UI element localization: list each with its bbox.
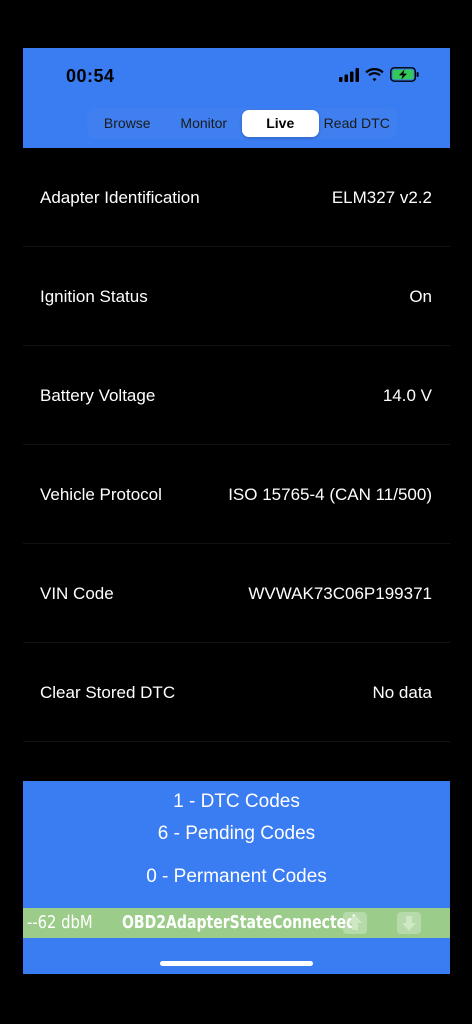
row-label: Clear Stored DTC bbox=[40, 683, 176, 702]
list-item: Adapter Identification ELM327 v2.2 bbox=[23, 148, 450, 247]
row-value: On bbox=[409, 287, 432, 306]
home-indicator[interactable] bbox=[160, 961, 313, 966]
adapter-status-bar: --62 dbM OBD2AdapterStateConnected bbox=[23, 908, 450, 938]
live-data-list: Adapter Identification ELM327 v2.2 Ignit… bbox=[23, 148, 450, 742]
status-icons bbox=[339, 67, 420, 87]
header: 00:54 Browse Monitor Live Read DTC bbox=[23, 48, 450, 148]
row-label: Vehicle Protocol bbox=[40, 485, 162, 504]
row-value: No data bbox=[372, 683, 432, 702]
view-segmented-control: Browse Monitor Live Read DTC bbox=[87, 108, 397, 139]
row-label: Adapter Identification bbox=[40, 188, 200, 207]
dtc-codes-count[interactable]: 1 - DTC Codes bbox=[23, 791, 450, 813]
tab-read-dtc[interactable]: Read DTC bbox=[319, 110, 396, 137]
list-item: Ignition Status On bbox=[23, 247, 450, 346]
pending-codes-count[interactable]: 6 - Pending Codes bbox=[23, 823, 450, 845]
phone-screen: 00:54 Browse Monitor Live Read DTC Adapt… bbox=[23, 48, 450, 974]
list-item[interactable]: Clear Stored DTC No data bbox=[23, 643, 450, 742]
row-value: WVWAK73C06P199371 bbox=[248, 584, 432, 603]
adapter-state: OBD2AdapterStateConnected bbox=[122, 912, 357, 933]
wifi-icon bbox=[365, 67, 384, 87]
dtc-summary-panel: 1 - DTC Codes 6 - Pending Codes 0 - Perm… bbox=[23, 781, 450, 974]
tab-browse[interactable]: Browse bbox=[89, 110, 166, 137]
row-value: ISO 15765-4 (CAN 11/500) bbox=[228, 485, 432, 504]
tab-monitor[interactable]: Monitor bbox=[166, 110, 243, 137]
row-label: Battery Voltage bbox=[40, 386, 156, 405]
row-label: VIN Code bbox=[40, 584, 114, 603]
signal-strength: --62 dbM bbox=[27, 912, 93, 933]
status-time: 00:54 bbox=[66, 66, 115, 86]
list-item: Battery Voltage 14.0 V bbox=[23, 346, 450, 445]
arrow-down-icon[interactable] bbox=[397, 912, 421, 934]
row-value: 14.0 V bbox=[382, 386, 432, 405]
row-value: ELM327 v2.2 bbox=[331, 188, 432, 207]
tab-live[interactable]: Live bbox=[242, 110, 319, 137]
cellular-signal-icon bbox=[339, 67, 359, 87]
list-item: VIN Code WVWAK73C06P199371 bbox=[23, 544, 450, 643]
battery-charging-icon bbox=[390, 67, 420, 87]
arrow-up-icon[interactable] bbox=[343, 912, 367, 934]
permanent-codes-count[interactable]: 0 - Permanent Codes bbox=[23, 866, 450, 888]
row-label: Ignition Status bbox=[40, 287, 148, 306]
list-item: Vehicle Protocol ISO 15765-4 (CAN 11/500… bbox=[23, 445, 450, 544]
